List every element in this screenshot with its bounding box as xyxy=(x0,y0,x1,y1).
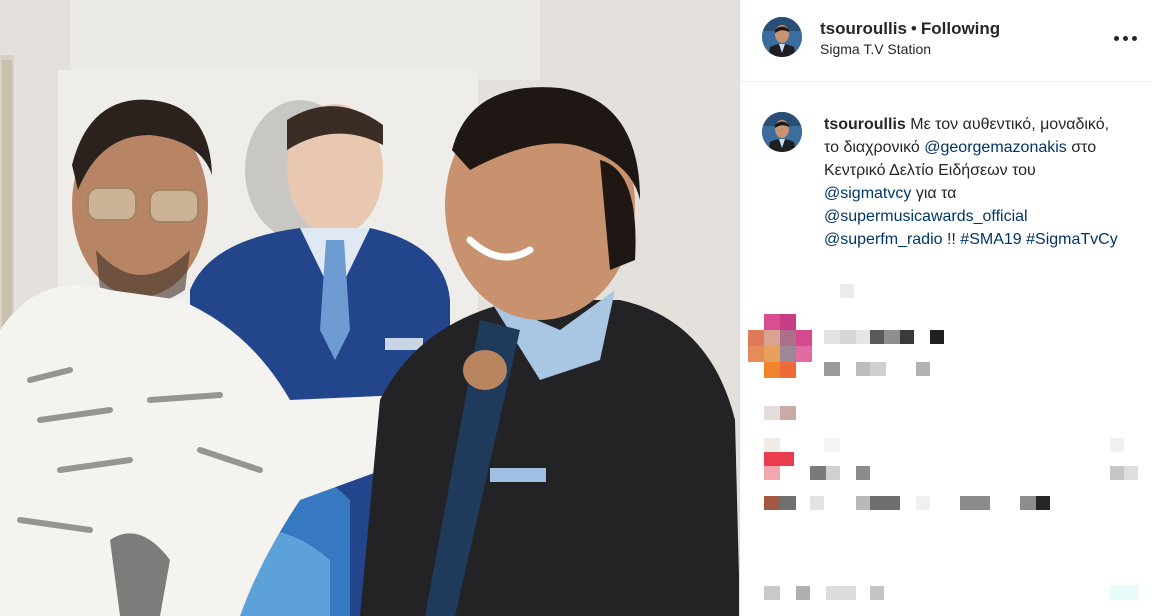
following-button[interactable]: Following xyxy=(921,19,1000,38)
more-dot xyxy=(1122,35,1128,41)
more-dot xyxy=(1113,35,1119,41)
more-options-icon[interactable] xyxy=(1110,26,1140,50)
mention-link[interactable]: @superfm_radio xyxy=(824,231,943,248)
caption-username[interactable]: tsouroullis xyxy=(824,116,906,133)
more-dot xyxy=(1131,35,1137,41)
caption-avatar[interactable] xyxy=(762,112,802,152)
hashtag-link[interactable]: #SMA19 xyxy=(960,231,1021,248)
caption-text-segment: για τα xyxy=(911,185,957,202)
post-header: tsouroullis • Following Sigma T.V Station xyxy=(740,0,1152,82)
header-username[interactable]: tsouroullis xyxy=(820,19,907,38)
mention-link[interactable]: @supermusicawards_official xyxy=(824,208,1028,225)
caption-body: Με τον αυθεντικό, μοναδικό, το διαχρονικ… xyxy=(824,116,1118,248)
mention-link[interactable]: @sigmatvcy xyxy=(824,185,911,202)
location-link[interactable]: Sigma T.V Station xyxy=(820,41,931,57)
post-photo-illustration xyxy=(0,0,740,616)
post-side-panel: tsouroullis • Following Sigma T.V Station … xyxy=(740,0,1152,616)
avatar[interactable] xyxy=(762,17,802,57)
header-line: tsouroullis • Following xyxy=(820,19,1000,39)
avatar-image xyxy=(762,112,802,152)
pixelated-comments xyxy=(740,280,1152,616)
separator-dot: • xyxy=(910,19,917,38)
caption-text-segment: !! xyxy=(942,231,961,248)
avatar-image xyxy=(762,17,802,57)
mention-link[interactable]: @georgemazonakis xyxy=(924,139,1067,156)
post-photo[interactable] xyxy=(0,0,740,616)
caption-text: tsouroullis Με τον αυθεντικό, μοναδικό, … xyxy=(824,113,1124,251)
hashtag-link[interactable]: #SigmaTvCy xyxy=(1026,231,1118,248)
